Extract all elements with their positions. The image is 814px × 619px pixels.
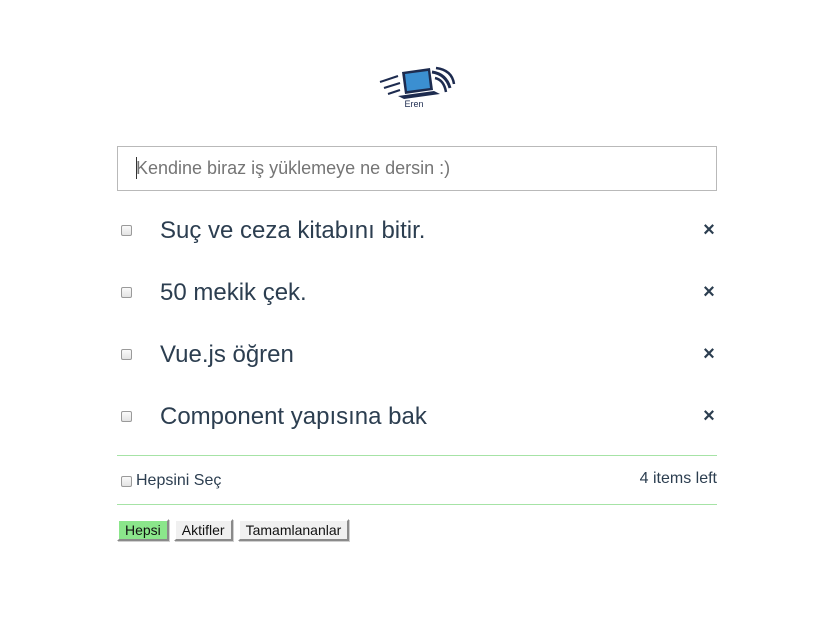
todo-item: Suç ve ceza kitabını bitir. × xyxy=(117,200,717,262)
items-left-count: 4 items left xyxy=(639,470,717,487)
laptop-logo-icon xyxy=(379,66,456,99)
select-all-toggle[interactable]: Hepsini Seç xyxy=(121,472,221,490)
todo-app: Eren Suç ve ceza kitabını bitir. × 50 me… xyxy=(0,0,814,619)
todo-checkbox[interactable] xyxy=(121,287,132,298)
todo-label[interactable]: Suç ve ceza kitabını bitir. xyxy=(160,217,425,245)
todo-item: Component yapısına bak × xyxy=(117,386,717,448)
remove-todo-icon[interactable]: × xyxy=(701,219,717,241)
text-caret xyxy=(136,157,137,179)
todo-checkbox[interactable] xyxy=(121,411,132,422)
todo-checkbox[interactable] xyxy=(121,225,132,236)
todo-list: Suç ve ceza kitabını bitir. × 50 mekik ç… xyxy=(117,200,717,448)
remove-todo-icon[interactable]: × xyxy=(701,281,717,303)
footer-divider-bottom xyxy=(117,504,717,505)
footer-divider-top xyxy=(117,455,717,456)
filter-all-button[interactable]: Hepsi xyxy=(117,519,169,541)
filter-completed-button[interactable]: Tamamlananlar xyxy=(237,519,350,541)
todo-item: 50 mekik çek. × xyxy=(117,262,717,324)
todo-item: Vue.js öğren × xyxy=(117,324,717,386)
remove-todo-icon[interactable]: × xyxy=(701,343,717,365)
remove-todo-icon[interactable]: × xyxy=(701,405,717,427)
select-all-label: Hepsini Seç xyxy=(136,472,222,489)
logo-text: Eren xyxy=(404,99,424,109)
new-todo-input[interactable] xyxy=(117,146,717,191)
todo-checkbox[interactable] xyxy=(121,349,132,360)
select-all-checkbox[interactable] xyxy=(121,475,132,487)
todo-label[interactable]: Component yapısına bak xyxy=(160,403,427,431)
todo-label[interactable]: Vue.js öğren xyxy=(160,341,294,369)
filter-active-button[interactable]: Aktifler xyxy=(173,519,233,541)
filter-bar: Hepsi Aktifler Tamamlananlar xyxy=(117,519,350,541)
eren-logo: Eren xyxy=(378,64,458,112)
todo-label[interactable]: 50 mekik çek. xyxy=(160,279,307,307)
